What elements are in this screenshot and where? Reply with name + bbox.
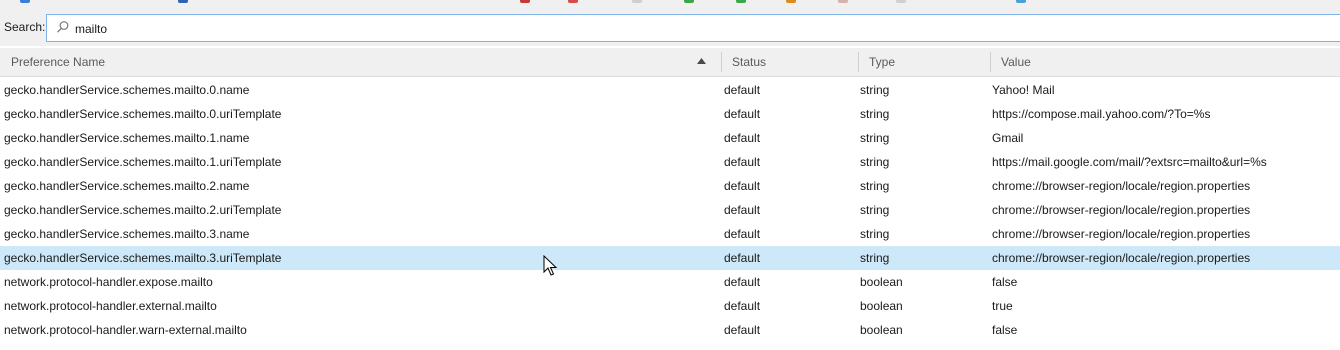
value-cell: false xyxy=(992,275,1018,289)
status-cell: default xyxy=(724,275,761,289)
status-cell: default xyxy=(724,323,761,337)
status-cell: default xyxy=(724,227,761,241)
pref-name-cell: gecko.handlerService.schemes.mailto.1.na… xyxy=(4,131,250,145)
table-row[interactable]: gecko.handlerService.schemes.mailto.0.na… xyxy=(0,78,1340,102)
search-icon xyxy=(57,21,69,33)
search-value: mailto xyxy=(75,22,108,36)
toolbar-icon[interactable] xyxy=(632,0,642,3)
value-cell: Gmail xyxy=(992,131,1024,145)
table-row[interactable]: gecko.handlerService.schemes.mailto.1.na… xyxy=(0,126,1340,150)
table-row[interactable]: network.protocol-handler.expose.mailto de… xyxy=(0,270,1340,294)
pref-name-cell: gecko.handlerService.schemes.mailto.3.na… xyxy=(4,227,250,241)
pref-name-cell: gecko.handlerService.schemes.mailto.2.ur… xyxy=(4,203,282,217)
table-row[interactable]: gecko.handlerService.schemes.mailto.0.ur… xyxy=(0,102,1340,126)
type-cell: string xyxy=(860,131,890,145)
table-row[interactable]: gecko.handlerService.schemes.mailto.2.ur… xyxy=(0,198,1340,222)
type-cell: boolean xyxy=(860,323,903,337)
type-cell: string xyxy=(860,107,890,121)
type-cell: string xyxy=(860,203,890,217)
toolbar-icon[interactable] xyxy=(896,0,906,3)
type-cell: boolean xyxy=(860,299,903,313)
table-header: Preference Name Status Type Value xyxy=(0,48,1340,77)
column-resizer[interactable] xyxy=(990,52,991,72)
table-row[interactable]: gecko.handlerService.schemes.mailto.3.ur… xyxy=(0,246,1340,270)
type-cell: boolean xyxy=(860,275,903,289)
value-cell: chrome://browser-region/locale/region.pr… xyxy=(992,251,1251,265)
pref-name-cell: network.protocol-handler.warn-external.m… xyxy=(4,323,247,337)
type-cell: string xyxy=(860,83,890,97)
table-row[interactable]: gecko.handlerService.schemes.mailto.1.ur… xyxy=(0,150,1340,174)
type-cell: string xyxy=(860,227,890,241)
value-cell: chrome://browser-region/locale/region.pr… xyxy=(992,203,1251,217)
value-cell: Yahoo! Mail xyxy=(992,83,1055,97)
value-cell: chrome://browser-region/locale/region.pr… xyxy=(992,179,1251,193)
pref-name-cell: gecko.handlerService.schemes.mailto.0.na… xyxy=(4,83,250,97)
status-cell: default xyxy=(724,299,761,313)
table-row[interactable]: gecko.handlerService.schemes.mailto.3.na… xyxy=(0,222,1340,246)
pref-name-cell: gecko.handlerService.schemes.mailto.3.ur… xyxy=(4,251,282,265)
column-resizer[interactable] xyxy=(721,52,722,72)
column-header-value[interactable]: Value xyxy=(1001,48,1031,76)
toolbar-icon[interactable] xyxy=(520,0,530,3)
value-cell: https://compose.mail.yahoo.com/?To=%s xyxy=(992,107,1211,121)
column-header-name[interactable]: Preference Name xyxy=(11,48,105,76)
status-cell: default xyxy=(724,155,761,169)
value-cell: https://mail.google.com/mail/?extsrc=mai… xyxy=(992,155,1267,169)
status-cell: default xyxy=(724,131,761,145)
status-cell: default xyxy=(724,107,761,121)
toolbar-icon[interactable] xyxy=(568,0,578,3)
value-cell: true xyxy=(992,299,1013,313)
type-cell: string xyxy=(860,155,890,169)
preferences-list: gecko.handlerService.schemes.mailto.0.na… xyxy=(0,78,1340,342)
column-header-status[interactable]: Status xyxy=(732,48,766,76)
pref-name-cell: gecko.handlerService.schemes.mailto.1.ur… xyxy=(4,155,282,169)
search-bar: Search: mailto xyxy=(0,4,1340,46)
column-header-type[interactable]: Type xyxy=(869,48,895,76)
toolbar-icon[interactable] xyxy=(684,0,694,3)
toolbar-icon[interactable] xyxy=(1016,0,1026,3)
status-cell: default xyxy=(724,83,761,97)
type-cell: string xyxy=(860,251,890,265)
search-label: Search: xyxy=(4,20,46,34)
status-cell: default xyxy=(724,203,761,217)
toolbar-icon[interactable] xyxy=(20,0,30,3)
table-row[interactable]: network.protocol-handler.warn-external.m… xyxy=(0,318,1340,342)
pref-name-cell: network.protocol-handler.external.mailto xyxy=(4,299,217,313)
sort-ascending-icon[interactable] xyxy=(697,58,706,64)
mouse-cursor-icon xyxy=(543,255,557,276)
value-cell: chrome://browser-region/locale/region.pr… xyxy=(992,227,1251,241)
toolbar-icon[interactable] xyxy=(838,0,848,3)
type-cell: string xyxy=(860,179,890,193)
pref-name-cell: gecko.handlerService.schemes.mailto.0.ur… xyxy=(4,107,282,121)
column-resizer[interactable] xyxy=(858,52,859,72)
pref-name-cell: network.protocol-handler.expose.mailto xyxy=(4,275,213,289)
toolbar-icon[interactable] xyxy=(178,0,188,3)
value-cell: false xyxy=(992,323,1018,337)
table-row[interactable]: gecko.handlerService.schemes.mailto.2.na… xyxy=(0,174,1340,198)
table-row[interactable]: network.protocol-handler.external.mailto… xyxy=(0,294,1340,318)
status-cell: default xyxy=(724,179,761,193)
pref-name-cell: gecko.handlerService.schemes.mailto.2.na… xyxy=(4,179,250,193)
status-cell: default xyxy=(724,251,761,265)
search-input[interactable]: mailto xyxy=(46,14,1340,42)
toolbar-icon[interactable] xyxy=(736,0,746,3)
toolbar-icon[interactable] xyxy=(786,0,796,3)
